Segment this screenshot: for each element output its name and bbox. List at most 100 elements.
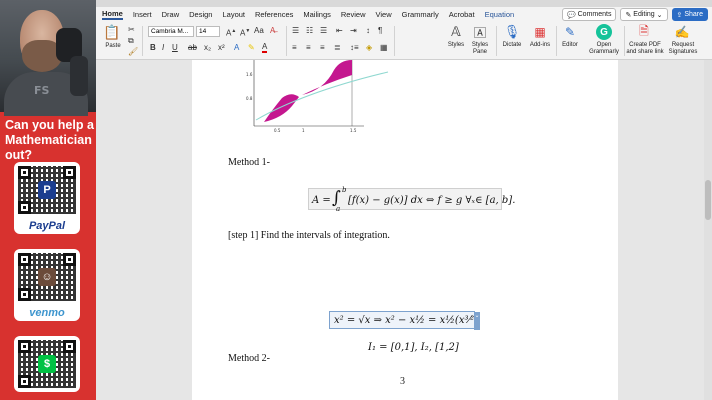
- tab-equation[interactable]: Equation: [485, 10, 515, 19]
- justify-icon[interactable]: ≣: [334, 43, 341, 53]
- stream-side-panel: FS Can you help a Mathematician out? P P…: [0, 0, 96, 400]
- share-button[interactable]: ⇪ Share: [671, 8, 708, 21]
- tab-mailings[interactable]: Mailings: [303, 10, 331, 19]
- separator: [286, 26, 287, 56]
- step1-text: [step 1] Find the intervals of integrati…: [228, 230, 390, 241]
- borders-icon[interactable]: ▦: [380, 43, 388, 53]
- numbering-icon[interactable]: ☷: [306, 26, 313, 36]
- tab-references[interactable]: References: [255, 10, 293, 19]
- dictate-label: Dictate: [502, 42, 522, 48]
- venmo-qr-code[interactable]: ☺: [14, 249, 80, 305]
- highlight-icon[interactable]: ✎: [248, 43, 255, 53]
- sort-icon[interactable]: ↕: [366, 26, 370, 36]
- scrollbar-thumb[interactable]: [705, 180, 711, 220]
- shading-icon[interactable]: ◈: [366, 43, 372, 53]
- tab-home[interactable]: Home: [102, 9, 123, 20]
- title-bar: [96, 0, 712, 7]
- italic-icon[interactable]: I: [162, 43, 164, 53]
- decrease-indent-icon[interactable]: ⇤: [336, 26, 343, 36]
- grow-font-icon[interactable]: A▲: [226, 26, 236, 39]
- request-signatures-label: Request Signatures: [668, 42, 698, 55]
- document-page[interactable]: 1.6 0.8 0.5 1 1.5 Method 1- A = ∫ b a [f…: [192, 60, 618, 400]
- align-center-icon[interactable]: ≡: [306, 43, 311, 53]
- clipboard-icon[interactable]: 📋: [103, 24, 121, 40]
- paste-label: Paste: [105, 43, 121, 49]
- pencil-icon: ✎: [625, 11, 634, 19]
- equation-editor[interactable]: x² = √x ⇒ x² − x½ = x½(x³⁄²0 ⌄: [329, 311, 481, 330]
- font-name-box[interactable]: Cambria M...: [148, 26, 194, 37]
- align-right-icon[interactable]: ≡: [320, 43, 325, 53]
- tab-insert[interactable]: Insert: [133, 10, 152, 19]
- cashapp-qr-card[interactable]: $: [14, 336, 80, 392]
- y-tick-1: 1.6: [246, 72, 253, 77]
- microphone-icon[interactable]: 🎙: [504, 24, 521, 40]
- ribbon-tabs: Home Insert Draw Design Layout Reference…: [96, 7, 712, 22]
- paypal-qr-card[interactable]: P PayPal: [14, 162, 80, 234]
- webcam-feed: FS: [0, 0, 96, 116]
- chevron-down-icon: ⌄: [654, 11, 663, 19]
- font-color-icon[interactable]: A: [262, 43, 268, 53]
- editor-label: Editor: [562, 42, 578, 48]
- tab-grammarly[interactable]: Grammarly: [402, 10, 439, 19]
- align-left-icon[interactable]: ≡: [292, 43, 297, 53]
- editing-label: Editing: [633, 11, 655, 18]
- tab-draw[interactable]: Draw: [162, 10, 180, 19]
- tab-design[interactable]: Design: [189, 10, 212, 19]
- underline-icon[interactable]: U: [172, 43, 178, 53]
- separator: [496, 26, 497, 56]
- upper-limit: b: [342, 186, 347, 194]
- paypal-qr-code[interactable]: P: [14, 162, 80, 218]
- change-case-icon[interactable]: Aa: [254, 26, 264, 36]
- line-spacing-icon[interactable]: ↕≡: [350, 43, 359, 53]
- share-label: Share: [684, 11, 703, 18]
- cut-icon[interactable]: ✂: [128, 25, 135, 35]
- addins-label: Add-ins: [529, 42, 551, 48]
- format-painter-icon[interactable]: 🖌: [128, 47, 138, 57]
- paragraph-mark-icon[interactable]: ¶: [378, 26, 382, 36]
- venmo-qr-card[interactable]: ☺ venmo: [14, 249, 80, 321]
- create-pdf-icon[interactable]: 🗎: [636, 24, 652, 40]
- styles-icon[interactable]: 𝔸: [448, 24, 464, 40]
- y-tick-2: 0.8: [246, 96, 253, 101]
- vertical-scrollbar[interactable]: [704, 60, 712, 400]
- signature-icon[interactable]: ✍: [674, 24, 690, 40]
- paypal-label: PayPal: [28, 220, 66, 232]
- cashapp-qr-code[interactable]: $: [14, 336, 80, 392]
- separator: [394, 26, 395, 56]
- tab-review[interactable]: Review: [341, 10, 366, 19]
- strikethrough-icon[interactable]: ab: [188, 43, 197, 53]
- font-size-box[interactable]: 14: [196, 26, 220, 37]
- venmo-avatar-icon: ☺: [38, 268, 56, 286]
- method1-heading: Method 1-: [228, 157, 270, 168]
- ribbon-toolbar: 📋 Paste ✂ ⧉ 🖌 Cambria M... 14 A▲ A▼ Aa A…: [96, 22, 712, 60]
- method2-heading: Method 2-: [228, 353, 270, 364]
- equation-text[interactable]: x² = √x ⇒ x² − x½ = x½(x³⁄²0: [334, 315, 481, 326]
- equation-options-icon[interactable]: ⌄: [474, 312, 480, 330]
- styles-pane-icon[interactable]: 🄰: [472, 24, 488, 40]
- increase-indent-icon[interactable]: ⇥: [350, 26, 357, 36]
- microphone-icon: [70, 56, 88, 96]
- subscript-icon[interactable]: x₂: [204, 43, 211, 53]
- tab-layout[interactable]: Layout: [222, 10, 245, 19]
- text-effects-icon[interactable]: A: [234, 43, 239, 53]
- separator: [556, 26, 557, 56]
- region-fill-1: [264, 94, 299, 122]
- bullets-icon[interactable]: ☰: [292, 26, 299, 36]
- tab-view[interactable]: View: [375, 10, 391, 19]
- clear-format-icon[interactable]: A̶: [270, 26, 275, 36]
- editing-button[interactable]: ✎ Editing ⌄: [620, 8, 668, 21]
- superscript-icon[interactable]: x²: [218, 43, 225, 53]
- comments-button[interactable]: 💬 Comments: [561, 8, 617, 21]
- formula-lhs: A =: [312, 195, 331, 206]
- addins-icon[interactable]: ▦: [532, 24, 548, 40]
- editor-icon[interactable]: ✎: [562, 24, 578, 40]
- shrink-font-icon[interactable]: A▼: [240, 26, 250, 39]
- cashapp-logo-icon: $: [38, 355, 56, 373]
- grammarly-icon[interactable]: G: [596, 24, 612, 40]
- tab-acrobat[interactable]: Acrobat: [449, 10, 475, 19]
- multilevel-icon[interactable]: ☰: [320, 26, 327, 36]
- x-tick-3: 1.5: [350, 128, 357, 133]
- intervals-line: I₁ = [0,1], I₂, [1,2]: [368, 342, 459, 353]
- bold-icon[interactable]: B: [150, 43, 156, 53]
- copy-icon[interactable]: ⧉: [128, 36, 134, 46]
